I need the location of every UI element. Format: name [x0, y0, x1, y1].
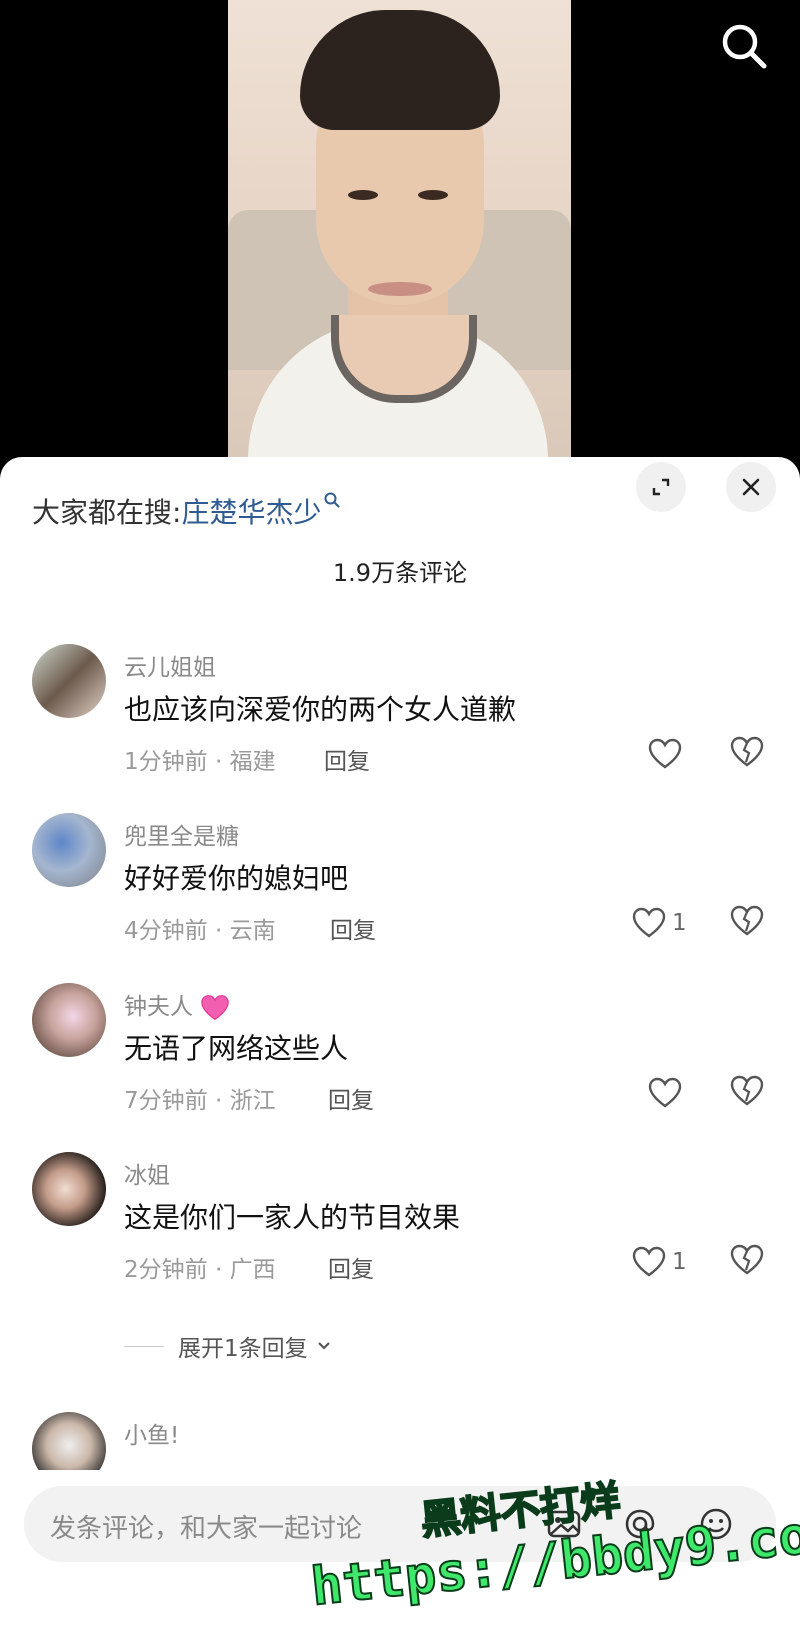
- expand-button[interactable]: [636, 462, 686, 512]
- search-icon: [722, 24, 767, 69]
- heart-icon: [632, 1246, 666, 1277]
- close-button[interactable]: [726, 462, 776, 512]
- video-player[interactable]: [0, 0, 800, 470]
- comments-count: 1.9万条评论: [332, 559, 468, 587]
- expand-replies-button[interactable]: 展开1条回复: [124, 1329, 334, 1363]
- comment-sheet: 大家都在搜:庄楚华杰少 1.9万条评论 云儿姐姐 也应该向深爱你的两个女人道歉 …: [0, 457, 800, 1638]
- heart-icon: [648, 1077, 682, 1108]
- comment-username[interactable]: 钟夫人: [124, 987, 230, 1022]
- expand-icon: [652, 478, 670, 496]
- video-frame: [228, 0, 571, 470]
- avatar[interactable]: [32, 813, 106, 887]
- left-eye: [348, 190, 378, 200]
- mouth: [368, 282, 432, 296]
- comment-item: 冰姐 这是你们一家人的节目效果 2分钟前 · 广西 回复 1: [0, 1152, 800, 1322]
- like-button[interactable]: 1: [632, 905, 687, 941]
- hot-search[interactable]: 大家都在搜:庄楚华杰少: [32, 491, 341, 531]
- comment-item: 兜里全是糖 好好爱你的媳妇吧 4分钟前 · 云南 回复 1: [0, 813, 800, 983]
- like-button[interactable]: [648, 736, 688, 772]
- comment-username[interactable]: 兜里全是糖: [124, 817, 239, 851]
- broken-heart-icon: [730, 1075, 764, 1106]
- dislike-button[interactable]: [730, 905, 766, 941]
- expand-replies-label: 展开1条回复: [178, 1336, 308, 1362]
- broken-heart-icon: [730, 905, 764, 936]
- comment-text: 这是你们一家人的节目效果: [124, 1201, 461, 1234]
- reply-button[interactable]: 回复: [328, 1250, 374, 1284]
- hot-search-keyword[interactable]: 庄楚华杰少: [181, 496, 321, 529]
- broken-heart-icon: [730, 1244, 764, 1275]
- comment-meta: 7分钟前 · 浙江: [124, 1088, 276, 1114]
- broken-heart-icon: [730, 736, 764, 767]
- comment-input-placeholder: 发条评论，和大家一起讨论: [50, 1514, 363, 1544]
- right-eye: [418, 190, 448, 200]
- dislike-button[interactable]: [730, 1075, 766, 1111]
- small-search-icon: [324, 492, 341, 508]
- comment-username-text: 钟夫人: [124, 994, 193, 1020]
- hot-search-prefix: 大家都在搜:: [32, 496, 182, 529]
- close-icon: [742, 478, 760, 496]
- like-count: 1: [672, 910, 687, 936]
- reply-button[interactable]: 回复: [324, 742, 370, 776]
- dislike-button[interactable]: [730, 1244, 766, 1280]
- comment-text: 也应该向深爱你的两个女人道歉: [124, 693, 517, 726]
- comment-item: 钟夫人 无语了网络这些人 7分钟前 · 浙江 回复: [0, 983, 800, 1153]
- comment-text: 无语了网络这些人: [124, 1032, 349, 1065]
- comment-username[interactable]: 小鱼!: [124, 1416, 179, 1450]
- like-button[interactable]: 1: [632, 1244, 687, 1280]
- heart-icon: [632, 907, 666, 938]
- reply-button[interactable]: 回复: [330, 911, 376, 945]
- divider-dash: [124, 1345, 164, 1347]
- hair: [300, 10, 500, 130]
- avatar[interactable]: [32, 1152, 106, 1226]
- chevron-down-icon: [317, 1342, 330, 1350]
- avatar[interactable]: [32, 644, 106, 718]
- avatar[interactable]: [32, 983, 106, 1057]
- like-count: 1: [672, 1249, 687, 1275]
- like-button[interactable]: [648, 1075, 688, 1111]
- comment-text: 好好爱你的媳妇吧: [124, 862, 349, 895]
- reply-button[interactable]: 回复: [328, 1081, 374, 1115]
- search-button[interactable]: [716, 18, 772, 74]
- pink-heart-icon: [201, 994, 230, 1020]
- comment-item: 云儿姐姐 也应该向深爱你的两个女人道歉 1分钟前 · 福建 回复: [0, 644, 800, 814]
- comment-meta: 1分钟前 · 福建: [124, 749, 276, 775]
- comment-username[interactable]: 冰姐: [124, 1156, 170, 1190]
- comment-meta: 2分钟前 · 广西: [124, 1257, 276, 1283]
- comment-meta: 4分钟前 · 云南: [124, 918, 276, 944]
- dislike-button[interactable]: [730, 736, 766, 772]
- heart-icon: [648, 738, 682, 769]
- comment-username[interactable]: 云儿姐姐: [124, 648, 216, 682]
